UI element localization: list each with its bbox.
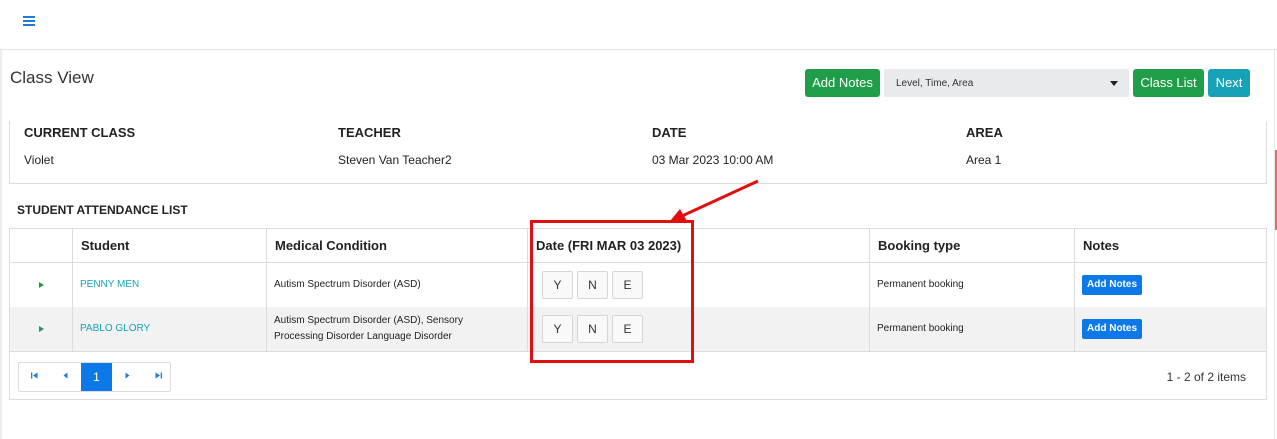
date-label: DATE	[652, 125, 687, 140]
add-notes-button[interactable]: Add Notes	[805, 69, 880, 97]
attendance-excused-button[interactable]: E	[612, 271, 643, 299]
column-header-notes[interactable]: Notes	[1074, 229, 1266, 263]
date-info: DATE 03 Mar 2023 10:00 AM	[652, 125, 773, 167]
booking-type-cell: Permanent booking	[869, 307, 1074, 351]
attendance-no-button[interactable]: N	[577, 315, 608, 343]
table-row: PENNY MEN Autism Spectrum Disorder (ASD)…	[10, 263, 1266, 307]
previous-page-icon[interactable]	[50, 363, 81, 391]
class-info-panel: CURRENT CLASS Violet TEACHER Steven Van …	[9, 121, 1267, 184]
items-count: 1 - 2 of 2 items	[1166, 370, 1246, 384]
filter-select[interactable]: Level, Time, Area	[884, 69, 1129, 97]
teacher-label: TEACHER	[338, 125, 401, 140]
row-add-notes-button[interactable]: Add Notes	[1082, 319, 1142, 339]
notes-cell: Add Notes	[1074, 307, 1266, 351]
attendance-no-button[interactable]: N	[577, 271, 608, 299]
date-value: 03 Mar 2023 10:00 AM	[652, 153, 774, 167]
attendance-yes-button[interactable]: Y	[542, 315, 573, 343]
area-value: Area 1	[966, 153, 1002, 167]
class-list-button[interactable]: Class List	[1133, 69, 1204, 97]
next-page-icon[interactable]	[112, 363, 143, 391]
last-page-icon[interactable]	[143, 363, 174, 391]
current-class-label: CURRENT CLASS	[24, 125, 136, 140]
student-cell: PENNY MEN	[72, 263, 266, 307]
table-row: PABLO GLORY Autism Spectrum Disorder (AS…	[10, 307, 1266, 352]
attendance-excused-button[interactable]: E	[612, 315, 643, 343]
booking-type-text: Permanent booking	[877, 323, 964, 334]
page-number-current[interactable]: 1	[81, 363, 112, 391]
caret-down-icon	[1110, 81, 1118, 86]
attendance-yes-button[interactable]: Y	[542, 271, 573, 299]
medical-condition-text: Autism Spectrum Disorder (ASD), Sensory …	[274, 315, 463, 342]
column-header-date[interactable]: Date (FRI MAR 03 2023)	[527, 229, 869, 263]
teacher-value: Steven Van Teacher2	[338, 153, 452, 167]
left-edge-shadow	[0, 0, 3, 439]
page-title: Class View	[10, 68, 94, 87]
student-cell: PABLO GLORY	[72, 307, 266, 351]
expand-row-icon[interactable]	[39, 326, 44, 332]
current-class-value: Violet	[24, 153, 54, 167]
booking-type-cell: Permanent booking	[869, 263, 1074, 307]
column-header-student[interactable]: Student	[72, 229, 266, 263]
column-header-medical-condition[interactable]: Medical Condition	[266, 229, 527, 263]
booking-type-text: Permanent booking	[877, 279, 964, 290]
student-link[interactable]: PENNY MEN	[80, 277, 139, 293]
expand-row-icon[interactable]	[39, 282, 44, 288]
area-label: AREA	[966, 125, 1003, 140]
right-divider	[1274, 50, 1275, 439]
column-header-booking-type[interactable]: Booking type	[869, 229, 1074, 263]
medical-condition-cell: Autism Spectrum Disorder (ASD)	[266, 263, 527, 307]
next-button[interactable]: Next	[1208, 69, 1250, 97]
hamburger-menu-icon[interactable]	[23, 14, 37, 26]
first-page-icon[interactable]	[19, 363, 50, 391]
attendance-cell: Y N E	[527, 307, 869, 351]
attendance-cell: Y N E	[527, 263, 869, 307]
attendance-section-title: STUDENT ATTENDANCE LIST	[17, 203, 188, 217]
teacher-info: TEACHER Steven Van Teacher2	[338, 125, 452, 167]
pagination: 1	[18, 362, 171, 392]
area-info: AREA Area 1	[966, 125, 1003, 167]
student-link[interactable]: PABLO GLORY	[80, 321, 150, 337]
top-bar	[0, 0, 1277, 50]
current-class-info: CURRENT CLASS Violet	[24, 125, 135, 167]
medical-condition-text: Autism Spectrum Disorder (ASD)	[274, 279, 421, 290]
row-add-notes-button[interactable]: Add Notes	[1082, 275, 1142, 295]
filter-select-value: Level, Time, Area	[896, 78, 974, 89]
notes-cell: Add Notes	[1074, 263, 1266, 307]
attendance-grid: Student Medical Condition Date (FRI MAR …	[9, 228, 1267, 400]
grid-header: Student Medical Condition Date (FRI MAR …	[10, 229, 1266, 263]
medical-condition-cell: Autism Spectrum Disorder (ASD), Sensory …	[266, 307, 527, 351]
